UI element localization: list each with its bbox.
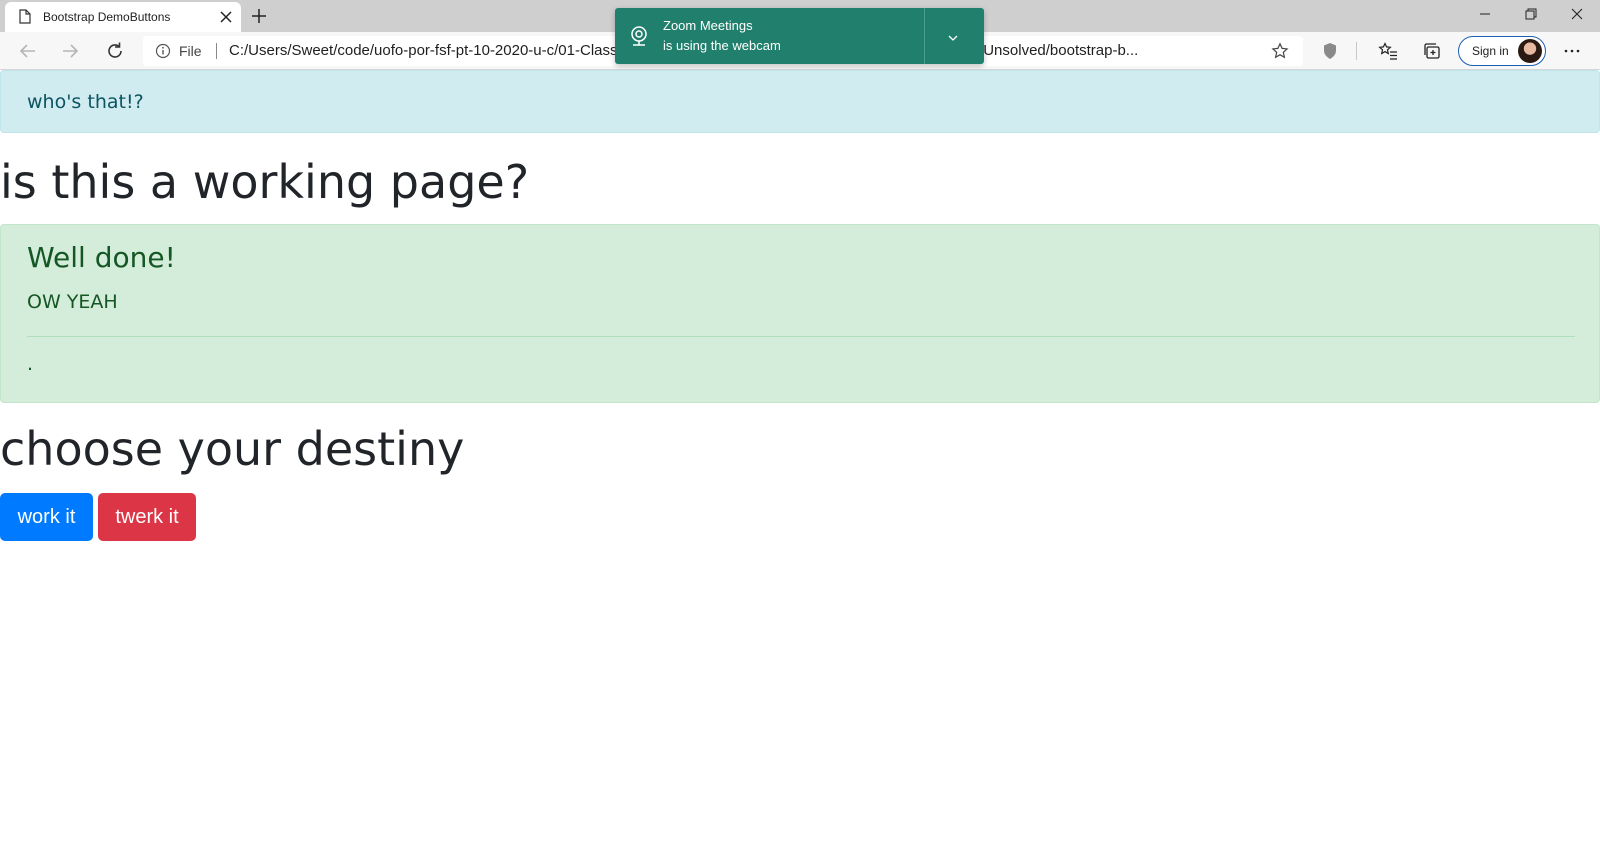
- work-it-button[interactable]: work it: [0, 493, 93, 541]
- restore-icon[interactable]: [1508, 0, 1554, 30]
- reload-icon[interactable]: [102, 38, 128, 64]
- info-alert: who's that!?: [0, 70, 1600, 133]
- back-icon[interactable]: [15, 38, 41, 64]
- webcam-icon: [631, 26, 647, 46]
- browser-tab[interactable]: Bootstrap DemoButtons: [5, 2, 241, 32]
- alert-footer-text: .: [27, 353, 34, 375]
- notification-divider: [924, 8, 925, 64]
- webcam-notification[interactable]: Zoom Meetings is using the webcam: [615, 8, 984, 64]
- more-options-icon[interactable]: [1562, 41, 1582, 61]
- info-icon[interactable]: [155, 43, 171, 59]
- page-icon: [19, 9, 31, 24]
- close-window-icon[interactable]: [1554, 0, 1600, 30]
- success-alert: Well done! OW YEAH .: [0, 224, 1600, 403]
- avatar: [1518, 39, 1542, 63]
- notification-title: Zoom Meetings: [663, 18, 753, 33]
- toolbar-divider: [1356, 42, 1357, 60]
- sign-in-label: Sign in: [1472, 44, 1509, 58]
- new-tab-icon[interactable]: [249, 6, 269, 26]
- tab-title: Bootstrap DemoButtons: [43, 10, 171, 24]
- star-icon[interactable]: [1271, 42, 1289, 60]
- chevron-down-icon[interactable]: [945, 30, 961, 46]
- alert-divider: [27, 336, 1575, 337]
- alert-heading: Well done!: [27, 241, 176, 274]
- close-tab-icon[interactable]: [217, 8, 235, 26]
- address-scheme: File: [179, 43, 202, 59]
- twerk-it-button[interactable]: twerk it: [98, 493, 196, 541]
- address-divider: [216, 43, 217, 59]
- info-alert-text: who's that!?: [27, 91, 144, 113]
- minimize-icon[interactable]: [1462, 0, 1508, 30]
- sign-in-button[interactable]: Sign in: [1458, 36, 1546, 66]
- notification-subtitle: is using the webcam: [663, 38, 781, 53]
- alert-body-text: OW YEAH: [27, 291, 118, 313]
- collections-icon[interactable]: [1422, 41, 1442, 61]
- page-heading: is this a working page?: [0, 155, 530, 209]
- forward-icon[interactable]: [57, 38, 83, 64]
- shield-icon[interactable]: [1320, 41, 1340, 61]
- favorites-icon[interactable]: [1378, 41, 1398, 61]
- section-heading: choose your destiny: [0, 422, 465, 476]
